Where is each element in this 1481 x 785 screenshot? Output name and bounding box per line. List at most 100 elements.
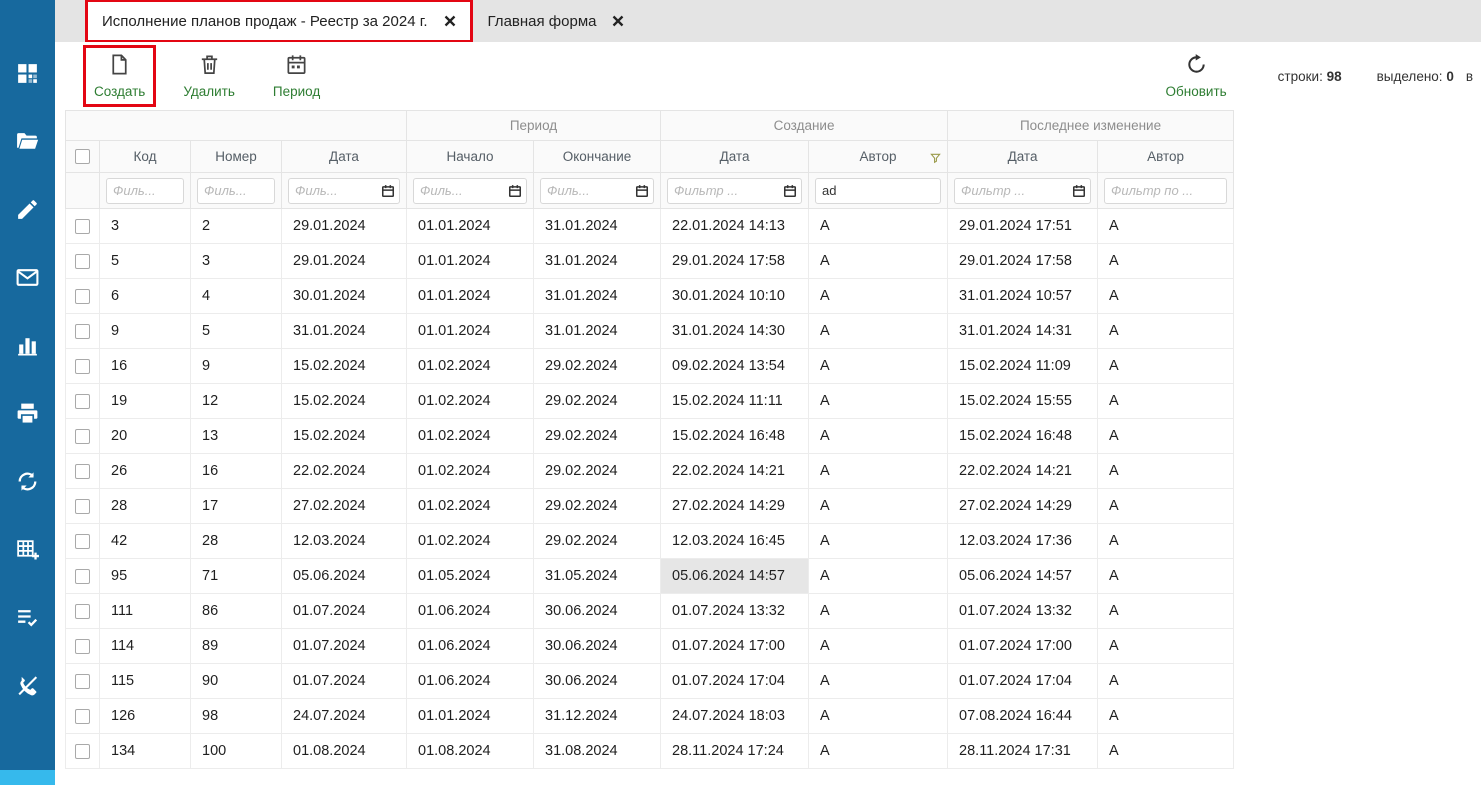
row-checkbox[interactable]	[75, 289, 90, 304]
table-cell[interactable]: 01.07.2024	[282, 664, 407, 699]
table-cell[interactable]: A	[809, 559, 948, 594]
bar-chart-icon[interactable]	[15, 332, 41, 358]
table-cell[interactable]: 01.01.2024	[407, 699, 534, 734]
table-cell[interactable]: 31.08.2024	[534, 734, 661, 769]
table-cell[interactable]: A	[809, 419, 948, 454]
table-cell[interactable]: 29.01.2024 17:58	[661, 244, 809, 279]
table-cell[interactable]: A	[1098, 734, 1234, 769]
creation-author-filter-input[interactable]	[815, 178, 941, 204]
table-cell[interactable]: 27.02.2024 14:29	[661, 489, 809, 524]
table-cell[interactable]: 01.07.2024 17:00	[948, 629, 1098, 664]
table-cell[interactable]: A	[809, 244, 948, 279]
table-cell[interactable]: 29.02.2024	[534, 349, 661, 384]
table-cell[interactable]: A	[1098, 314, 1234, 349]
table-cell[interactable]: 30.06.2024	[534, 629, 661, 664]
table-cell[interactable]: 01.02.2024	[407, 454, 534, 489]
table-cell[interactable]: A	[1098, 384, 1234, 419]
table-cell[interactable]: A	[809, 209, 948, 244]
column-header-date[interactable]: Дата	[282, 141, 407, 173]
table-cell[interactable]: 31.01.2024 10:57	[948, 279, 1098, 314]
table-row[interactable]: 261622.02.202401.02.202429.02.202422.02.…	[66, 454, 1234, 489]
table-row[interactable]: 281727.02.202401.02.202429.02.202427.02.…	[66, 489, 1234, 524]
table-cell[interactable]: 01.07.2024 17:04	[948, 664, 1098, 699]
change-author-filter-input[interactable]	[1104, 178, 1227, 204]
table-cell[interactable]: 01.05.2024	[407, 559, 534, 594]
table-cell[interactable]: A	[1098, 349, 1234, 384]
table-cell[interactable]: A	[809, 349, 948, 384]
column-header-change-author[interactable]: Автор	[1098, 141, 1234, 173]
close-icon[interactable]	[444, 15, 456, 27]
table-cell[interactable]: 114	[100, 629, 191, 664]
row-checkbox[interactable]	[75, 674, 90, 689]
table-cell[interactable]: A	[1098, 489, 1234, 524]
calendar-icon[interactable]	[381, 184, 395, 198]
folder-icon[interactable]	[15, 128, 41, 154]
select-all-checkbox[interactable]	[75, 149, 90, 164]
table-row[interactable]: 9531.01.202401.01.202431.01.202431.01.20…	[66, 314, 1234, 349]
table-cell[interactable]: 100	[191, 734, 282, 769]
checklist-icon[interactable]	[15, 604, 41, 630]
table-cell[interactable]: 29.01.2024	[282, 209, 407, 244]
table-cell[interactable]: 01.02.2024	[407, 349, 534, 384]
number-filter-input[interactable]	[197, 178, 275, 204]
table-cell[interactable]: A	[1098, 419, 1234, 454]
row-checkbox[interactable]	[75, 499, 90, 514]
column-header-creation-author[interactable]: Автор	[809, 141, 948, 173]
column-header-code[interactable]: Код	[100, 141, 191, 173]
calendar-icon[interactable]	[635, 184, 649, 198]
table-cell[interactable]: A	[809, 314, 948, 349]
table-cell[interactable]: 28	[100, 489, 191, 524]
phone-off-icon[interactable]	[15, 672, 41, 698]
column-header-change-date[interactable]: Дата	[948, 141, 1098, 173]
table-cell[interactable]: 31.01.2024	[534, 314, 661, 349]
table-row[interactable]: 5329.01.202401.01.202431.01.202429.01.20…	[66, 244, 1234, 279]
change-date-filter-input[interactable]	[954, 178, 1091, 204]
table-cell[interactable]: 12.03.2024 16:45	[661, 524, 809, 559]
table-cell[interactable]: 15.02.2024 11:11	[661, 384, 809, 419]
table-cell[interactable]: 29.01.2024	[282, 244, 407, 279]
table-cell[interactable]: 17	[191, 489, 282, 524]
row-checkbox[interactable]	[75, 394, 90, 409]
row-checkbox[interactable]	[75, 254, 90, 269]
table-row[interactable]: 1118601.07.202401.06.202430.06.202401.07…	[66, 594, 1234, 629]
table-cell[interactable]: A	[809, 664, 948, 699]
table-cell[interactable]: 28.11.2024 17:31	[948, 734, 1098, 769]
table-row[interactable]: 6430.01.202401.01.202431.01.202430.01.20…	[66, 279, 1234, 314]
row-checkbox[interactable]	[75, 359, 90, 374]
table-row[interactable]: 1269824.07.202401.01.202431.12.202424.07…	[66, 699, 1234, 734]
table-row[interactable]: 13410001.08.202401.08.202431.08.202428.1…	[66, 734, 1234, 769]
table-cell[interactable]: 05.06.2024	[282, 559, 407, 594]
table-cell[interactable]: 01.07.2024 17:04	[661, 664, 809, 699]
table-cell[interactable]: 13	[191, 419, 282, 454]
table-cell[interactable]: 15.02.2024	[282, 419, 407, 454]
table-row[interactable]: 422812.03.202401.02.202429.02.202412.03.…	[66, 524, 1234, 559]
table-cell[interactable]: 19	[100, 384, 191, 419]
table-cell[interactable]: 2	[191, 209, 282, 244]
table-cell[interactable]: 01.06.2024	[407, 629, 534, 664]
row-checkbox[interactable]	[75, 429, 90, 444]
table-cell[interactable]: 12.03.2024 17:36	[948, 524, 1098, 559]
table-cell[interactable]: 30.06.2024	[534, 664, 661, 699]
table-cell[interactable]: 6	[100, 279, 191, 314]
table-cell[interactable]: 30.01.2024	[282, 279, 407, 314]
table-add-icon[interactable]	[15, 536, 41, 562]
creation-date-filter-input[interactable]	[667, 178, 802, 204]
table-cell[interactable]: 01.06.2024	[407, 664, 534, 699]
tab-sales-plan-registry[interactable]: Исполнение планов продаж - Реестр за 202…	[86, 0, 472, 42]
table-cell[interactable]: 30.06.2024	[534, 594, 661, 629]
table-cell[interactable]: 12	[191, 384, 282, 419]
close-icon[interactable]	[612, 15, 624, 27]
table-cell[interactable]: 26	[100, 454, 191, 489]
table-cell[interactable]: 29.02.2024	[534, 419, 661, 454]
row-checkbox[interactable]	[75, 569, 90, 584]
table-cell[interactable]: 71	[191, 559, 282, 594]
table-cell[interactable]: A	[1098, 559, 1234, 594]
table-cell[interactable]: A	[809, 734, 948, 769]
table-cell[interactable]: 28.11.2024 17:24	[661, 734, 809, 769]
table-cell[interactable]: 15.02.2024 15:55	[948, 384, 1098, 419]
calendar-icon[interactable]	[1072, 184, 1086, 198]
table-cell[interactable]: 4	[191, 279, 282, 314]
table-cell[interactable]: 15.02.2024	[282, 349, 407, 384]
table-row[interactable]: 957105.06.202401.05.202431.05.202405.06.…	[66, 559, 1234, 594]
table-cell[interactable]: 24.07.2024 18:03	[661, 699, 809, 734]
